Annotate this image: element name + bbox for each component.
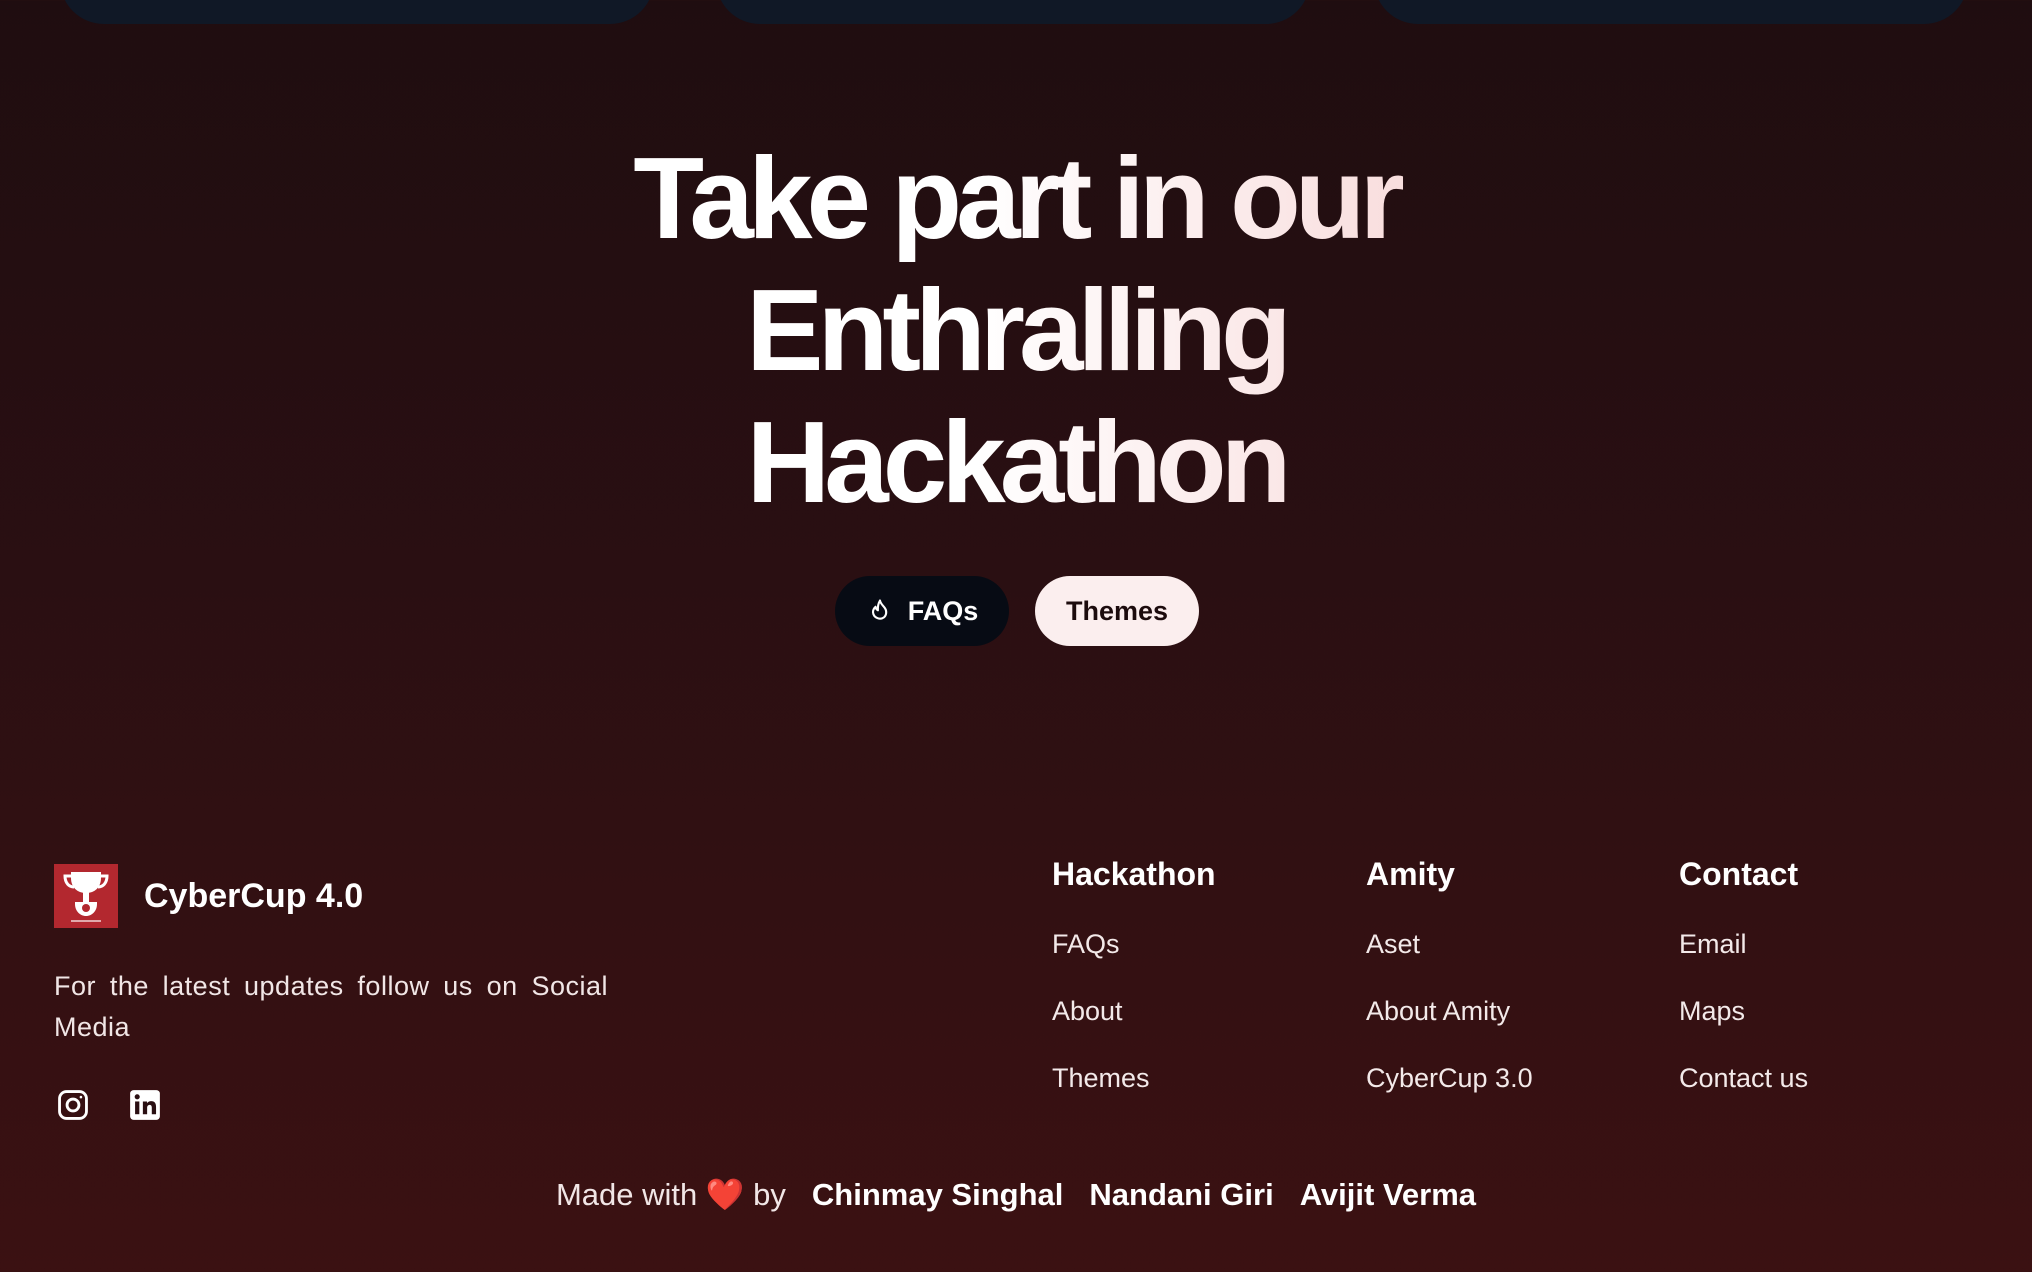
footer-link-email[interactable]: Email xyxy=(1679,927,1808,994)
feature-card-3 xyxy=(1374,0,1968,24)
hero-word-hackathon: Hackathon xyxy=(746,397,1286,527)
author-link-chinmay[interactable]: Chinmay Singhal xyxy=(812,1177,1063,1213)
footer-link-about[interactable]: About xyxy=(1052,994,1216,1061)
brand-name: CyberCup 4.0 xyxy=(144,876,364,915)
footer-column-amity: Amity Aset About Amity CyberCup 3.0 xyxy=(1366,856,1533,1128)
hero-word-part: part xyxy=(891,133,1087,263)
author-link-avijit[interactable]: Avijit Verma xyxy=(1300,1177,1476,1213)
hero-word-take: Take xyxy=(633,133,865,263)
hero-word-enthralling: Enthralling xyxy=(746,265,1286,395)
column-title-contact: Contact xyxy=(1679,856,1799,892)
author-link-nandani[interactable]: Nandani Giri xyxy=(1089,1177,1273,1213)
feature-card-2 xyxy=(716,0,1310,24)
themes-button-label: Themes xyxy=(1065,595,1169,626)
hero-buttons: FAQs Themes xyxy=(1,576,2032,646)
linkedin-icon[interactable] xyxy=(128,1088,162,1122)
heart-icon: ❤️ xyxy=(705,1177,745,1212)
footer-column-hackathon: Hackathon FAQs About Themes xyxy=(1052,856,1216,1128)
footer-column-contact: Contact Email Maps Contact us xyxy=(1679,856,1808,1128)
instagram-icon[interactable] xyxy=(56,1088,90,1122)
by-label: by xyxy=(753,1177,786,1212)
footer-brand[interactable]: CyberCup 4.0 xyxy=(54,864,363,928)
hero-line-1: Take part in our xyxy=(0,132,2032,264)
faqs-button[interactable]: FAQs xyxy=(835,576,1009,646)
footer-link-contact-us[interactable]: Contact us xyxy=(1679,1061,1808,1128)
feature-card-1 xyxy=(60,0,654,24)
flame-icon xyxy=(871,599,887,620)
faqs-button-label: FAQs xyxy=(907,595,979,626)
themes-button[interactable]: Themes xyxy=(1035,576,1199,646)
hero-word-in: in xyxy=(1112,133,1204,263)
footer-link-maps[interactable]: Maps xyxy=(1679,994,1808,1061)
made-with-label: Made with xyxy=(555,1177,698,1212)
hero-line-2: Enthralling xyxy=(0,264,2032,396)
footer-tagline: For the latest updates follow us on Soci… xyxy=(54,971,608,1042)
column-title-hackathon: Hackathon xyxy=(1052,856,1216,892)
footer-link-about-amity[interactable]: About Amity xyxy=(1366,994,1533,1061)
trophy-icon xyxy=(54,864,118,928)
hero-heading: Take part in our Enthralling Hackathon xyxy=(0,132,2032,528)
hero-line-3: Hackathon xyxy=(0,396,2032,528)
footer-link-aset[interactable]: Aset xyxy=(1366,927,1533,994)
trophy-logo-graphic xyxy=(63,872,109,922)
made-with-text: Made with ❤️ by xyxy=(556,1176,786,1213)
footer-credits: Made with ❤️ by Chinmay Singhal Nandani … xyxy=(0,1176,2032,1213)
footer-link-faqs[interactable]: FAQs xyxy=(1052,927,1216,994)
footer-link-cybercup-3[interactable]: CyberCup 3.0 xyxy=(1366,1061,1533,1128)
column-title-amity: Amity xyxy=(1366,856,1455,892)
footer-link-themes[interactable]: Themes xyxy=(1052,1061,1216,1128)
social-links xyxy=(56,1088,162,1122)
hero-word-our: our xyxy=(1229,133,1399,263)
